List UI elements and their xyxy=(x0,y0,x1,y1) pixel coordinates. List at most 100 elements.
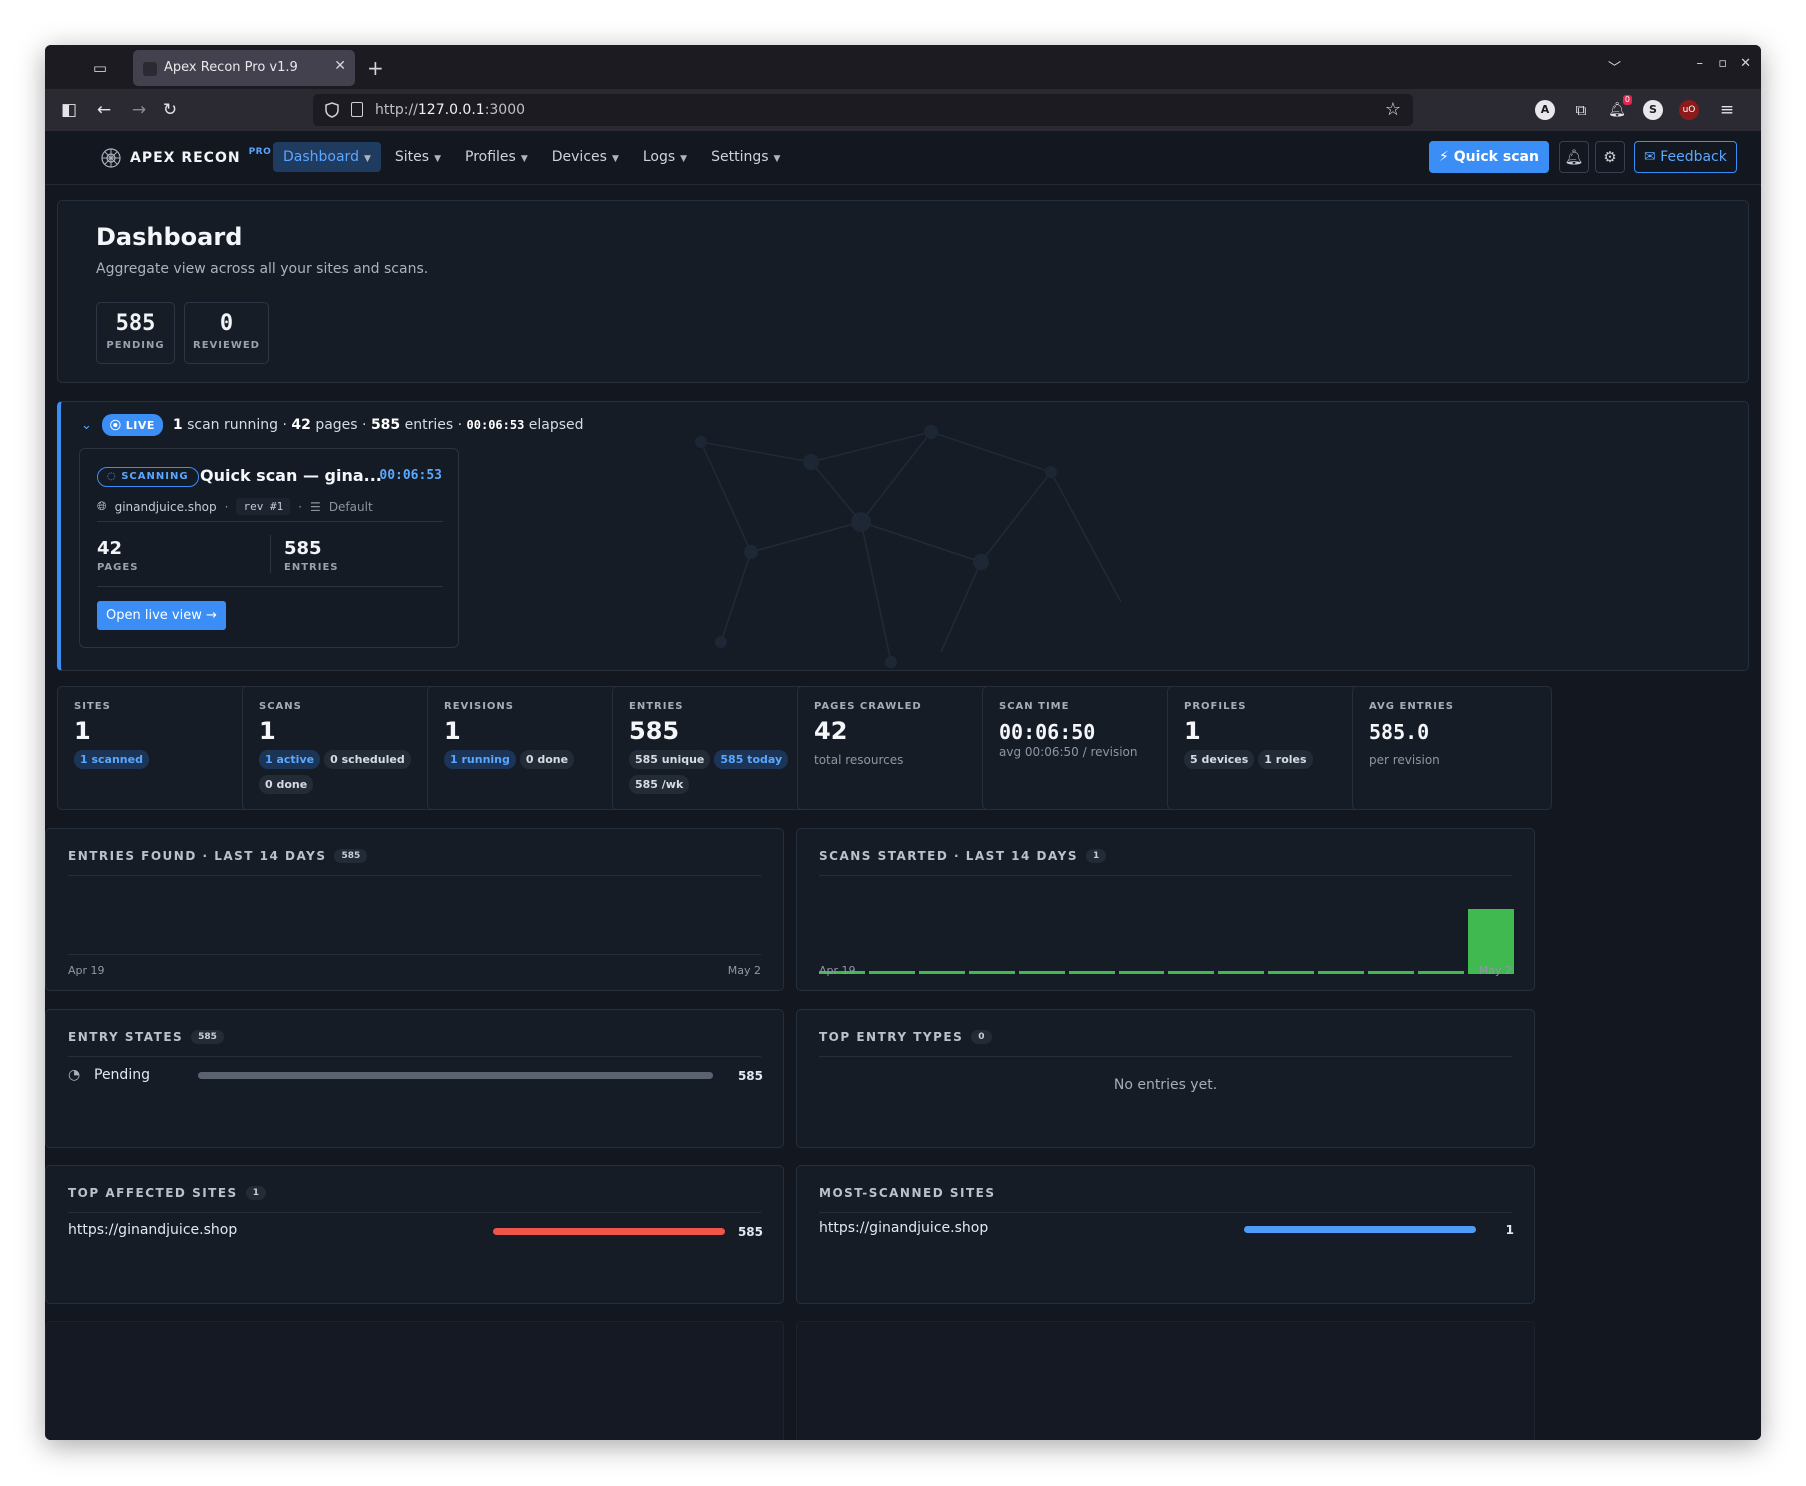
collapse-chevron-icon[interactable]: ⌄ xyxy=(81,418,92,433)
scan-pages-stat: 42 PAGES xyxy=(97,538,139,573)
pending-counter[interactable]: 585 PENDING xyxy=(96,302,175,364)
stat-card-avg-entries[interactable]: AVG ENTRIES 585.0 per revision xyxy=(1352,686,1552,810)
state-bar xyxy=(198,1072,713,1079)
bar-day-3 xyxy=(918,971,965,974)
feedback-button[interactable]: ✉ Feedback xyxy=(1634,141,1737,173)
divider xyxy=(68,1212,761,1213)
hamburger-menu-icon[interactable]: ≡ xyxy=(1715,98,1739,122)
antenna-icon: ⦿ xyxy=(109,419,122,432)
chevron-down-icon: ▼ xyxy=(520,154,528,164)
scan-title[interactable]: Quick scan — gina... xyxy=(200,466,382,485)
stat-label: AVG ENTRIES xyxy=(1369,701,1454,712)
close-tab-icon[interactable]: ✕ xyxy=(334,58,346,74)
stat-card-entries[interactable]: ENTRIES 585 585 unique 585 today 585 /wk xyxy=(612,686,812,810)
account-icon[interactable]: A xyxy=(1535,100,1555,120)
count-badge: 585 xyxy=(191,1030,224,1044)
notification-extension-icon[interactable]: 🔔︎ 0 xyxy=(1607,95,1632,120)
stat-chips: 585 unique 585 today 585 /wk xyxy=(629,750,805,794)
tab-list-icon[interactable]: ▭ xyxy=(89,57,111,79)
bookmark-star-icon[interactable]: ☆ xyxy=(1385,99,1401,120)
page-info-icon[interactable] xyxy=(351,102,363,117)
menu-sites[interactable]: Sites ▼ xyxy=(385,142,451,172)
menu-logs[interactable]: Logs ▼ xyxy=(633,142,697,172)
close-window-icon[interactable]: ✕ xyxy=(1740,56,1751,71)
stat-chip: 585 unique xyxy=(629,750,711,769)
stat-label: PAGES CRAWLED xyxy=(814,701,922,712)
stat-value: 1 xyxy=(74,717,91,745)
entries-found-panel: ENTRIES FOUND · LAST 14 DAYS 585 Apr 19 M… xyxy=(45,828,784,991)
site-link[interactable]: https://ginandjuice.shop xyxy=(819,1220,988,1236)
notifications-button[interactable]: 🔔︎ xyxy=(1559,141,1589,173)
menu-dashboard[interactable]: Dashboard ▼ xyxy=(273,142,381,172)
stat-card-pages-crawled[interactable]: PAGES CRAWLED 42 total resources xyxy=(797,686,997,810)
stat-card-scans[interactable]: SCANS 1 1 active 0 scheduled 0 done xyxy=(242,686,442,810)
menu-profiles[interactable]: Profiles ▼ xyxy=(455,142,538,172)
browser-tab[interactable]: Apex Recon Pro v1.9 ✕ xyxy=(133,50,355,86)
extensions-icon[interactable]: ⧉ xyxy=(1571,100,1591,120)
running-scan-card[interactable]: ◌ SCANNING Quick scan — gina... 00:06:53… xyxy=(79,448,459,648)
arrow-right-icon: → xyxy=(205,608,217,623)
new-tab-icon[interactable]: + xyxy=(367,56,384,80)
reload-icon[interactable]: ↻ xyxy=(158,98,182,122)
stat-chip: 0 done xyxy=(259,775,314,794)
live-summary-text: 1 scan running · 42 pages · 585 entries … xyxy=(172,417,584,433)
chart-baseline xyxy=(68,954,761,955)
list-all-tabs-icon[interactable]: ﹀ xyxy=(1608,57,1621,76)
bar-day-12 xyxy=(1368,971,1415,974)
open-live-view-button[interactable]: Open live view → xyxy=(97,601,226,630)
count-badge: 1 xyxy=(1086,849,1107,863)
reviewed-counter[interactable]: 0 REVIEWED xyxy=(184,302,269,364)
quick-scan-button[interactable]: ⚡︎ Quick scan xyxy=(1429,141,1549,173)
tab-strip: ▭ Apex Recon Pro v1.9 ✕ + ﹀ – ▫ ✕ xyxy=(45,45,1761,89)
chevron-down-icon: ▼ xyxy=(434,154,441,164)
stat-label: PROFILES xyxy=(1184,701,1247,712)
stat-card-scan-time[interactable]: SCAN TIME 00:06:50 avg 00:06:50 / revision xyxy=(982,686,1182,810)
stat-chip: 1 roles xyxy=(1258,750,1313,769)
menu-settings[interactable]: Settings ▼ xyxy=(701,142,790,172)
stat-value: 00:06:50 xyxy=(999,720,1096,744)
browser-toolbar: ◧ ← → ↻ http://127.0.0.1:3000 ☆ A ⧉ 🔔︎ 0 … xyxy=(45,89,1761,131)
sync-extension-icon[interactable]: S xyxy=(1643,100,1663,120)
theme-settings-button[interactable]: ⚙ xyxy=(1595,141,1625,173)
count-badge: 0 xyxy=(971,1030,992,1044)
divider xyxy=(97,521,443,522)
stat-chip: 585 /wk xyxy=(629,775,690,794)
scan-site[interactable]: ginandjuice.shop xyxy=(115,500,217,514)
site-link[interactable]: https://ginandjuice.shop xyxy=(68,1222,237,1238)
stat-caption: avg 00:06:50 / revision xyxy=(999,745,1138,759)
stat-card-sites[interactable]: SITES 1 1 scanned xyxy=(57,686,257,810)
stat-label: SCANS xyxy=(259,701,302,712)
stat-value: 42 xyxy=(814,717,848,745)
brand[interactable]: APEX RECON PRO xyxy=(100,147,271,169)
divider xyxy=(819,875,1512,876)
sidebar-toggle-icon[interactable]: ◧ xyxy=(57,98,81,122)
stat-chip: 0 done xyxy=(519,750,575,769)
back-icon[interactable]: ← xyxy=(92,98,116,122)
panel-title: MOST-SCANNED SITES xyxy=(819,1186,996,1200)
stat-label: SCAN TIME xyxy=(999,701,1070,712)
bar-day-8 xyxy=(1168,971,1215,974)
empty-state-text: No entries yet. xyxy=(1113,1077,1218,1093)
stat-value: 1 xyxy=(1184,717,1201,745)
shield-icon[interactable] xyxy=(325,102,339,118)
panel-title: SCANS STARTED · LAST 14 DAYS 1 xyxy=(819,849,1107,863)
minimize-icon[interactable]: – xyxy=(1697,56,1704,71)
app-root: APEX RECON PRO Dashboard ▼ Sites ▼ Profile… xyxy=(45,131,1761,1440)
url-text[interactable]: http://127.0.0.1:3000 xyxy=(375,102,525,118)
address-bar[interactable]: http://127.0.0.1:3000 ☆ xyxy=(313,94,1413,126)
menu-devices[interactable]: Devices ▼ xyxy=(542,142,629,172)
stat-card-profiles[interactable]: PROFILES 1 5 devices 1 roles xyxy=(1167,686,1367,810)
brand-tag: PRO xyxy=(248,147,272,157)
extension-badge: 0 xyxy=(1622,95,1632,105)
bar-day-11 xyxy=(1318,971,1365,974)
stat-card-revisions[interactable]: REVISIONS 1 1 running 0 done xyxy=(427,686,627,810)
site-bar-fill xyxy=(1244,1226,1476,1233)
stat-chip: 1 scanned xyxy=(74,750,149,769)
panel-title: TOP ENTRY TYPES 0 xyxy=(819,1030,992,1044)
maximize-icon[interactable]: ▫ xyxy=(1718,56,1727,71)
live-scans-card: ⌄ ⦿ LIVE 1 scan running · 42 pages · 585… xyxy=(57,401,1749,671)
site-bar xyxy=(493,1228,725,1235)
forward-icon[interactable]: → xyxy=(127,98,151,122)
panel-title: TOP AFFECTED SITES 1 xyxy=(68,1186,266,1200)
ublock-icon[interactable]: uO xyxy=(1679,100,1699,120)
